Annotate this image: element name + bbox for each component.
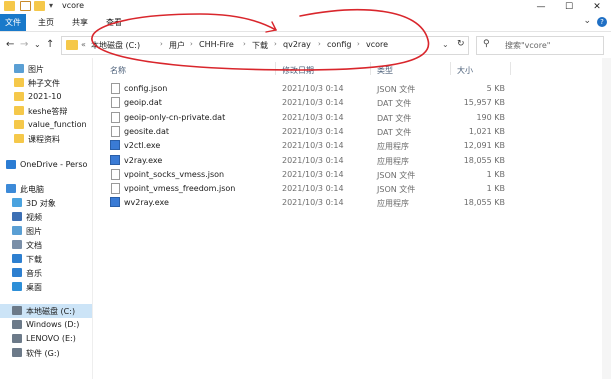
annotation-ellipse xyxy=(91,9,430,71)
